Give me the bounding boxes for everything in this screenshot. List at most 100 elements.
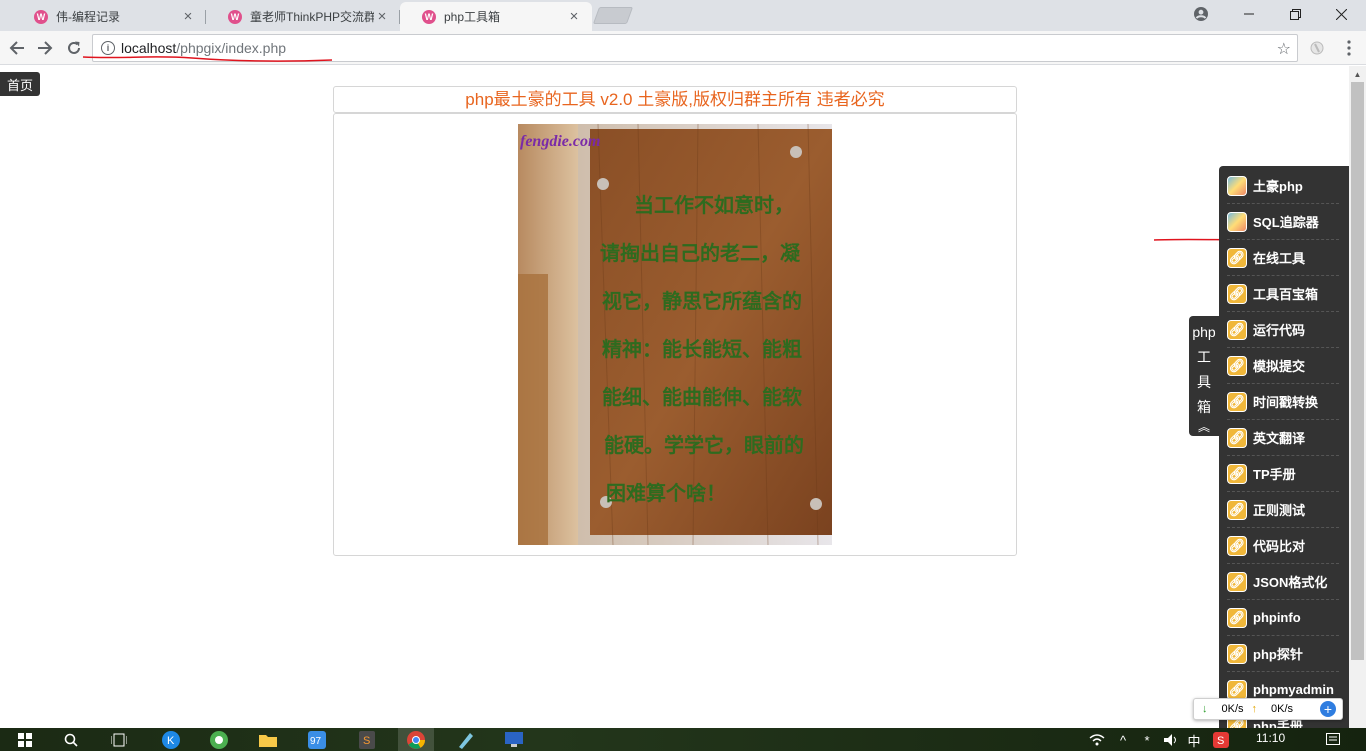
image-icon bbox=[1227, 211, 1247, 232]
link-icon: 🔗︎ bbox=[1227, 535, 1247, 556]
bluetooth-icon[interactable]: * bbox=[1136, 731, 1158, 749]
toolbox-item-php-probe[interactable]: 🔗︎ php探针 bbox=[1227, 636, 1339, 672]
search-icon[interactable] bbox=[60, 731, 82, 749]
close-icon[interactable]: × bbox=[374, 8, 390, 25]
link-icon: 🔗︎ bbox=[1227, 463, 1247, 484]
close-icon[interactable]: × bbox=[566, 8, 582, 25]
plus-icon[interactable]: + bbox=[1320, 701, 1336, 717]
toolbox-item-tuhao-php[interactable]: 土豪php bbox=[1227, 168, 1339, 204]
link-icon: 🔗︎ bbox=[1227, 283, 1247, 304]
toolbox-item-phpinfo[interactable]: 🔗︎ phpinfo bbox=[1227, 600, 1339, 636]
svg-text:S: S bbox=[1217, 735, 1224, 747]
sogou-ime-icon[interactable]: S bbox=[1210, 731, 1232, 749]
toolbox-toggle-tab[interactable]: php 工 具 箱 ︽ bbox=[1189, 316, 1219, 436]
toolbox-item-label: 代码比对 bbox=[1253, 539, 1306, 554]
toolbox-item-tp-manual[interactable]: 🔗︎ TP手册 bbox=[1227, 456, 1339, 492]
sublime-text-icon[interactable]: S bbox=[356, 731, 378, 749]
chevron-up-icon: ︽ bbox=[1197, 420, 1210, 434]
svg-text:97: 97 bbox=[310, 736, 322, 747]
toolbox-item-json-format[interactable]: 🔗︎ JSON格式化 bbox=[1227, 564, 1339, 600]
link-icon: 🔗︎ bbox=[1227, 319, 1247, 340]
toolbox-item-label: phpmyadmin bbox=[1253, 682, 1334, 697]
toolbox-item-label: 土豪php bbox=[1253, 179, 1303, 194]
close-icon[interactable]: × bbox=[180, 8, 196, 25]
wifi-icon[interactable] bbox=[1086, 731, 1108, 749]
toolbox-item-label: 时间戳转换 bbox=[1253, 395, 1319, 410]
volume-icon[interactable] bbox=[1160, 731, 1182, 749]
chevron-up-icon[interactable]: ^ bbox=[1112, 731, 1134, 749]
site-favicon-icon: W bbox=[422, 9, 436, 24]
download-arrow-icon: ↓ bbox=[1202, 703, 1208, 715]
windows-taskbar: K 97 S ^ * 中 S 11:10 bbox=[0, 728, 1366, 751]
toolbox-panel: 土豪php SQL追踪器 🔗︎ 在线工具 🔗︎ 工具百宝箱 🔗︎ 运行代码 🔗︎… bbox=[1219, 166, 1349, 728]
toolbox-tab-label: php bbox=[1192, 324, 1216, 340]
toolbox-item-online-tools[interactable]: 🔗︎ 在线工具 bbox=[1227, 240, 1339, 276]
toolbox-item-label: TP手册 bbox=[1253, 467, 1296, 482]
site-favicon-icon: W bbox=[34, 9, 48, 24]
toolbox-item-code-diff[interactable]: 🔗︎ 代码比对 bbox=[1227, 528, 1339, 564]
page-scrollbar[interactable]: ▲ bbox=[1349, 66, 1366, 728]
photo-watermark: fengdie.com bbox=[520, 133, 600, 150]
tab-title: 伟-编程记录 bbox=[56, 10, 120, 24]
link-icon: 🔗︎ bbox=[1227, 499, 1247, 520]
folder-icon[interactable] bbox=[257, 731, 279, 749]
toolbox-item-label: 模拟提交 bbox=[1253, 359, 1306, 374]
sign-text-line: 能细、能曲能伸、能软 bbox=[602, 385, 802, 409]
network-speed-widget[interactable]: ↓ 0K/s ↑ 0K/s + bbox=[1193, 698, 1343, 720]
taskbar-clock[interactable]: 11:10 bbox=[1256, 731, 1285, 745]
close-window-button[interactable] bbox=[1318, 0, 1364, 28]
extension-icon[interactable] bbox=[1304, 35, 1330, 61]
chrome-taskbar-icon[interactable] bbox=[398, 728, 434, 751]
tab-title: 童老师ThinkPHP交流群 bbox=[250, 10, 374, 24]
home-link[interactable]: 首页 bbox=[0, 72, 40, 96]
profile-icon[interactable] bbox=[1178, 0, 1224, 28]
kugou-app-icon[interactable]: K bbox=[160, 731, 182, 749]
toolbox-item-label: 在线工具 bbox=[1253, 251, 1306, 266]
forward-arrow-icon[interactable] bbox=[32, 35, 58, 61]
ime-indicator[interactable]: 中 bbox=[1183, 731, 1205, 749]
link-icon: 🔗︎ bbox=[1227, 391, 1247, 412]
sign-text-line: 能硬。学学它，眼前的 bbox=[604, 433, 804, 457]
download-speed: 0K/s bbox=[1221, 703, 1244, 715]
scrollbar-thumb[interactable] bbox=[1351, 82, 1364, 660]
page-viewport: 首页 php最土豪的工具 v2.0 土豪版,版权归群主所有 违者必究 fengd… bbox=[0, 66, 1366, 728]
windows-start-icon[interactable] bbox=[14, 731, 36, 749]
toolbox-tab-char: 工 bbox=[1197, 349, 1211, 365]
toolbox-item-treasure-box[interactable]: 🔗︎ 工具百宝箱 bbox=[1227, 276, 1339, 312]
notepad-app-icon[interactable] bbox=[454, 731, 476, 749]
360-browser-icon[interactable] bbox=[208, 731, 230, 749]
scroll-up-arrow-icon[interactable]: ▲ bbox=[1349, 66, 1366, 82]
remote-desktop-icon[interactable] bbox=[503, 731, 525, 749]
toolbox-item-regex-test[interactable]: 🔗︎ 正则测试 bbox=[1227, 492, 1339, 528]
toolbox-item-translate[interactable]: 🔗︎ 英文翻译 bbox=[1227, 420, 1339, 456]
back-arrow-icon[interactable] bbox=[4, 35, 30, 61]
bookmark-star-icon[interactable]: ☆ bbox=[1277, 39, 1291, 59]
link-icon: 🔗︎ bbox=[1227, 355, 1247, 376]
restore-button[interactable] bbox=[1272, 0, 1318, 28]
tab-3-active[interactable]: W php工具箱 × bbox=[400, 2, 592, 31]
minimize-button[interactable] bbox=[1226, 0, 1272, 28]
annotation-underline-url bbox=[82, 56, 333, 62]
image-icon bbox=[1227, 175, 1247, 196]
app-97-icon[interactable]: 97 bbox=[306, 731, 328, 749]
menu-kebab-icon[interactable] bbox=[1336, 35, 1362, 61]
site-favicon-icon: W bbox=[228, 9, 242, 24]
link-icon: 🔗︎ bbox=[1227, 643, 1247, 664]
tab-1[interactable]: W 伟-编程记录 × bbox=[12, 2, 206, 31]
new-tab-button[interactable] bbox=[592, 7, 634, 24]
toolbox-item-mock-submit[interactable]: 🔗︎ 模拟提交 bbox=[1227, 348, 1339, 384]
upload-speed: 0K/s bbox=[1271, 703, 1294, 715]
notification-center-icon[interactable] bbox=[1322, 731, 1344, 749]
browser-titlebar: W 伟-编程记录 × W 童老师ThinkPHP交流群 × W php工具箱 × bbox=[0, 0, 1366, 31]
toolbox-item-sql-tracker[interactable]: SQL追踪器 bbox=[1227, 204, 1339, 240]
toolbox-item-label: JSON格式化 bbox=[1253, 575, 1328, 590]
task-view-icon[interactable] bbox=[108, 731, 130, 749]
tab-2[interactable]: W 童老师ThinkPHP交流群 × bbox=[206, 2, 400, 31]
wooden-sign-photo: fengdie.com 当工作不如意时， 请掏出自己的老二，凝 视它，静思它所蕴含的… bbox=[518, 124, 832, 545]
toolbox-item-run-code[interactable]: 🔗︎ 运行代码 bbox=[1227, 312, 1339, 348]
link-icon: 🔗︎ bbox=[1227, 679, 1247, 700]
toolbox-item-timestamp[interactable]: 🔗︎ 时间戳转换 bbox=[1227, 384, 1339, 420]
toolbox-item-label: php探针 bbox=[1253, 647, 1303, 662]
toolbox-item-label: phpinfo bbox=[1253, 610, 1301, 625]
sign-text-line: 困难算个啥！ bbox=[606, 481, 726, 505]
